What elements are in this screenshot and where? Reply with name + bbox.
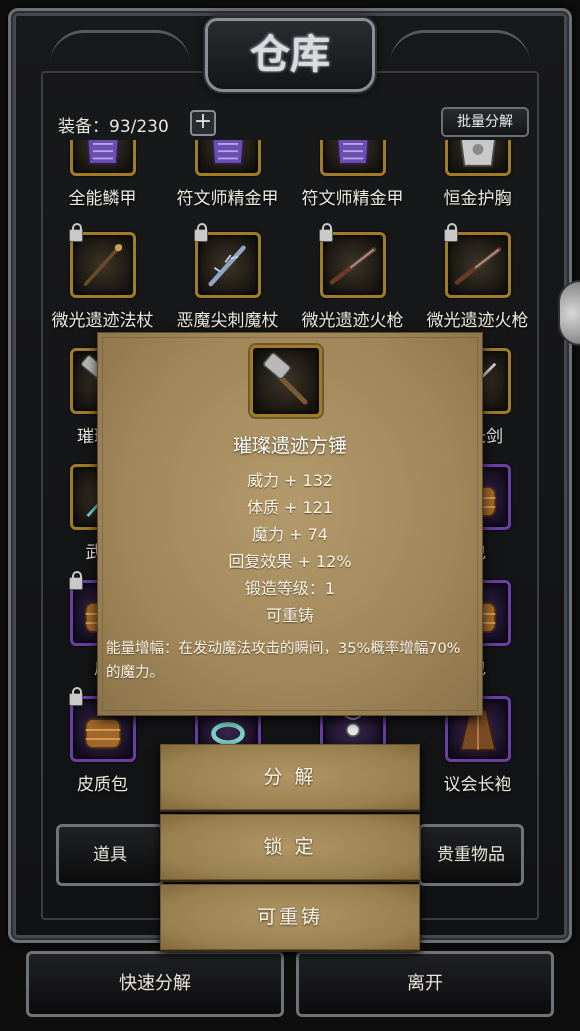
item-name: 微光遗迹法杖 — [51, 311, 154, 331]
grid-cell[interactable]: 符文师精金甲 — [290, 140, 415, 225]
leave-button[interactable]: 离开 — [296, 951, 554, 1017]
grid-cell[interactable]: 微光遗迹火枪 — [415, 223, 540, 347]
item-name: 微光遗迹火枪 — [301, 311, 404, 331]
side-scroll-handle[interactable] — [558, 280, 580, 346]
item-name: 全能鳞甲 — [68, 189, 137, 209]
item-name: 符文师精金甲 — [301, 189, 404, 209]
lock-button[interactable]: 锁 定 — [160, 814, 420, 880]
purple-armor-icon — [86, 140, 120, 165]
reforge-button[interactable]: 可重铸 — [160, 884, 420, 950]
lock-icon — [69, 687, 83, 706]
item-slot[interactable] — [319, 223, 386, 298]
decompose-button[interactable]: 分 解 — [160, 744, 420, 810]
lock-icon — [194, 223, 208, 242]
item-detail-popup: 璀璨遗迹方锤 威力 + 132 体质 + 121 魔力 + 74 回复效果 + … — [98, 333, 482, 715]
popup-item-name: 璀璨遗迹方锤 — [232, 435, 347, 457]
grid-cell[interactable]: 符文师精金甲 — [165, 140, 290, 225]
hammer-icon — [263, 352, 308, 405]
lock-icon — [319, 223, 333, 242]
stat-magic: 魔力 + 74 — [252, 525, 328, 544]
item-slot[interactable] — [444, 223, 511, 298]
popup-description: 能量增幅：在发动魔法攻击的瞬间，35%概率增幅70%的魔力。 — [106, 641, 461, 681]
item-slot[interactable] — [445, 140, 511, 176]
frame-ornament-left — [50, 30, 190, 64]
bulk-decompose-button[interactable]: 批量分解 — [441, 107, 529, 137]
grid-cell[interactable]: 微光遗迹法杖 — [40, 223, 165, 347]
lock-icon — [69, 223, 83, 242]
musket-icon — [329, 247, 377, 285]
stat-forge-level: 锻造等级：1 — [244, 579, 336, 598]
item-slot[interactable] — [70, 140, 136, 176]
staff-icon — [83, 244, 123, 286]
frame-ornament-right — [390, 30, 530, 64]
expand-capacity-button[interactable]: + — [190, 110, 216, 136]
grid-cell[interactable]: 微光遗迹火枪 — [290, 223, 415, 347]
stat-power: 威力 + 132 — [246, 471, 334, 490]
item-slot[interactable] — [194, 223, 261, 298]
purple-armor-icon — [336, 140, 370, 165]
lock-icon — [444, 223, 458, 242]
item-name: 符文师精金甲 — [176, 189, 279, 209]
item-name: 恒金护胸 — [443, 189, 512, 209]
item-name: 恶魔尖刺魔杖 — [176, 311, 279, 331]
spiked-wand-icon — [208, 245, 246, 287]
item-name: 议会长袍 — [443, 775, 512, 795]
stat-recovery: 回复效果 + 12% — [228, 552, 352, 571]
stat-constitution: 体质 + 121 — [246, 498, 334, 517]
purple-armor-icon — [211, 140, 245, 165]
stat-reforgeable: 可重铸 — [265, 606, 314, 625]
page-title: 仓库 — [205, 18, 375, 92]
item-slot[interactable] — [195, 140, 261, 176]
grid-cell[interactable]: 恒金护胸 — [415, 140, 540, 225]
quick-decompose-button[interactable]: 快速分解 — [26, 951, 284, 1017]
popup-stats: 威力 + 132 体质 + 121 魔力 + 74 回复效果 + 12% 锻造等… — [98, 467, 482, 629]
musket-icon — [454, 247, 502, 285]
popup-item-slot — [250, 345, 322, 417]
item-name: 皮质包 — [77, 775, 128, 795]
grid-cell[interactable]: 恶魔尖刺魔杖 — [165, 223, 290, 347]
item-slot[interactable] — [69, 223, 136, 298]
tab-valuables[interactable]: 贵重物品 — [418, 824, 524, 886]
grid-cell[interactable]: 全能鳞甲 — [40, 140, 165, 225]
item-slot[interactable] — [320, 140, 386, 176]
tab-items[interactable]: 道具 — [56, 824, 164, 886]
item-name: 微光遗迹火枪 — [426, 311, 529, 331]
silver-armor-icon — [460, 140, 496, 167]
lock-icon — [69, 571, 83, 590]
equipment-count: 装备：93/230 — [58, 117, 169, 137]
